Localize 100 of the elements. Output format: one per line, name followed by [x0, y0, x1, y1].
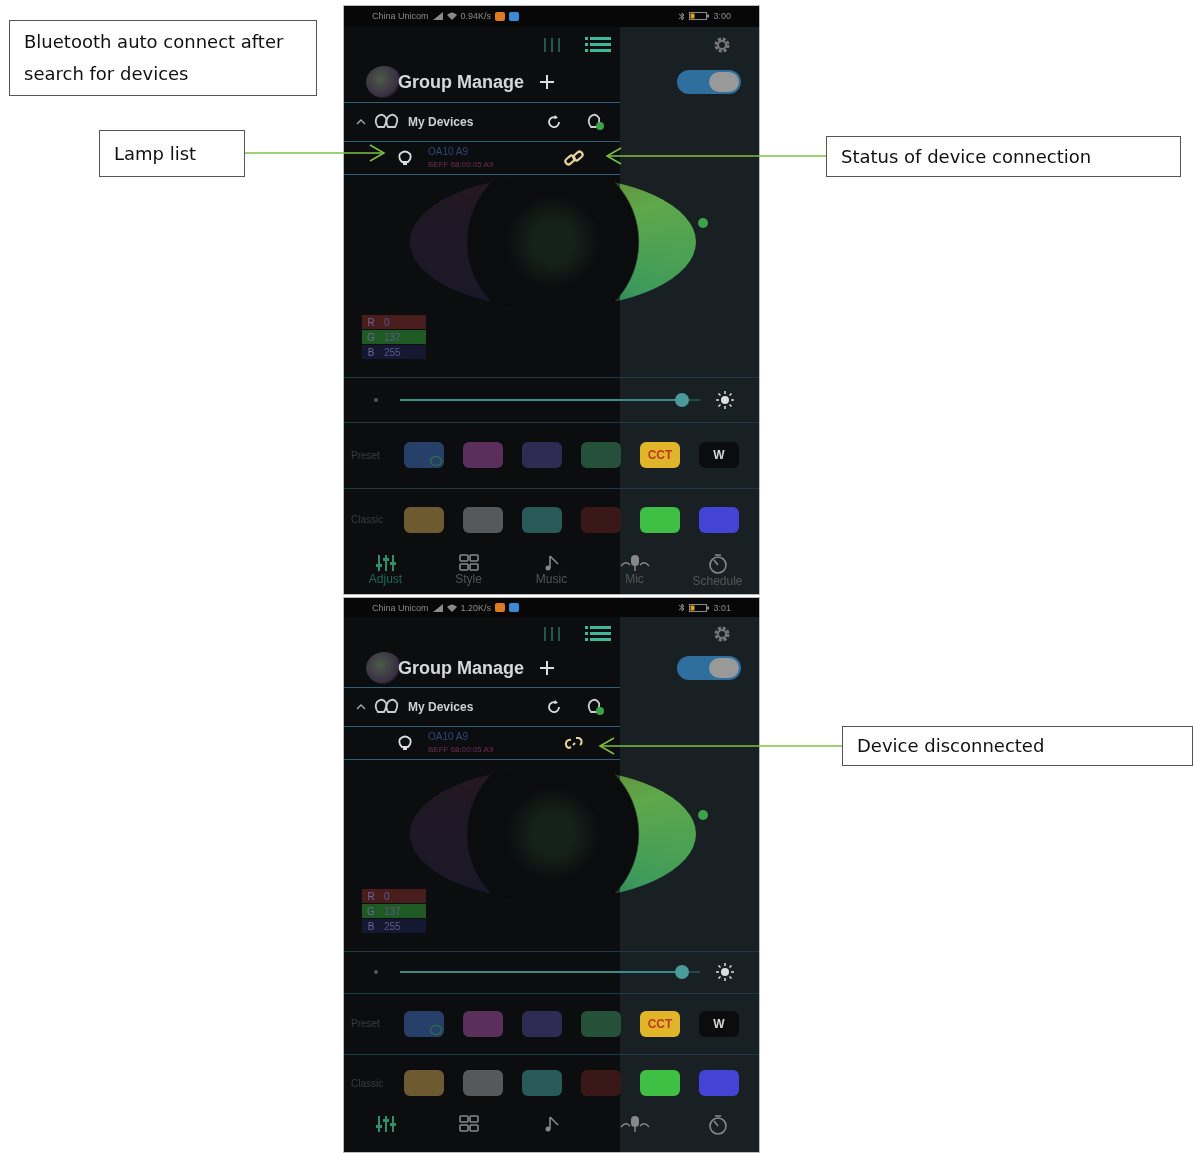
refresh-icon[interactable] [546, 113, 562, 130]
link-icon[interactable] [564, 149, 584, 166]
bluetooth-icon [679, 11, 686, 21]
network-speed: 1.20K/s [460, 602, 492, 613]
nav-tab[interactable]: Music [516, 554, 587, 587]
color-value-field[interactable]: G 137 [362, 330, 426, 345]
sliders-icon [374, 554, 397, 573]
sliders-icon[interactable] [541, 625, 563, 642]
screen-title: Group Manage [398, 657, 524, 679]
color-swatch[interactable] [522, 506, 562, 533]
color-swatch[interactable] [640, 506, 680, 533]
bulbs-icon [374, 112, 400, 131]
color-swatch[interactable] [522, 1070, 562, 1097]
preset-swatch[interactable] [463, 442, 503, 469]
dim-icon [374, 970, 378, 975]
sun-icon [716, 963, 734, 982]
preset-swatch[interactable] [404, 442, 444, 469]
grid-icon [458, 554, 479, 573]
color-swatch[interactable] [463, 1070, 503, 1097]
color-value-field[interactable]: B 255 [362, 345, 426, 360]
preset-swatch[interactable]: W [699, 442, 739, 469]
slider-thumb[interactable] [674, 393, 689, 408]
nav-tab[interactable]: Adjust [350, 554, 421, 587]
slider-thumb[interactable] [674, 965, 689, 980]
broken-link-icon[interactable] [562, 734, 586, 751]
battery-icon [689, 12, 710, 21]
device-name[interactable]: OA10 A9 [428, 144, 564, 158]
clock-time: 3:00 [713, 11, 731, 22]
brightness-slider[interactable] [400, 965, 700, 980]
bluetooth-icon [679, 603, 686, 613]
sliders-icon[interactable] [541, 36, 563, 53]
microphone-icon [619, 554, 650, 573]
list-icon[interactable] [585, 625, 611, 642]
color-swatch[interactable] [699, 506, 739, 533]
app-icon [509, 11, 520, 21]
preset-swatch[interactable]: CCT [640, 442, 680, 469]
preset-swatch[interactable] [522, 442, 562, 469]
color-value-field[interactable]: R 0 [362, 889, 426, 904]
callout-label: Bluetooth auto connect after search for devices [9, 20, 317, 96]
color-swatch[interactable] [404, 1070, 444, 1097]
device-address: BEFF 68:00:05 A9 [428, 743, 495, 756]
color-swatch[interactable] [640, 1070, 680, 1097]
add-icon[interactable] [540, 661, 554, 676]
network-speed: 0.94K/s [460, 11, 492, 22]
callout-label: Device disconnected [842, 726, 1193, 766]
wifi-icon [446, 12, 457, 21]
bulbs-icon [374, 697, 400, 716]
signal-icon [432, 603, 443, 612]
refresh-icon[interactable] [546, 698, 562, 715]
clock-time: 3:01 [713, 602, 731, 613]
timer-icon [706, 554, 729, 575]
callout-label: Status of device connection [826, 136, 1181, 177]
group-name[interactable]: My Devices [408, 699, 538, 714]
settings-icon[interactable] [713, 35, 731, 54]
bulb-icon [398, 734, 412, 751]
screen-title: Group Manage [398, 71, 524, 93]
sun-icon [716, 391, 734, 410]
color-value-field[interactable]: B 255 [362, 919, 426, 934]
bulb-check-icon[interactable] [586, 697, 606, 716]
wheel-handle[interactable] [698, 810, 708, 820]
brightness-slider[interactable] [400, 393, 700, 408]
color-swatch[interactable] [404, 506, 444, 533]
power-toggle[interactable] [677, 656, 741, 681]
nav-tab[interactable]: Mic [599, 554, 670, 587]
preset-swatch[interactable]: W [699, 1010, 739, 1037]
app-icon [509, 603, 520, 613]
add-icon[interactable] [540, 75, 554, 90]
preset-swatch[interactable] [522, 1010, 562, 1037]
list-icon[interactable] [585, 36, 611, 53]
app-icon [495, 603, 506, 613]
preset-swatch[interactable] [463, 1010, 503, 1037]
color-value-field[interactable]: G 137 [362, 904, 426, 919]
nav-tab[interactable]: Schedule [682, 554, 753, 589]
color-swatch[interactable] [581, 506, 621, 533]
wheel-handle[interactable] [698, 218, 708, 228]
color-swatch[interactable] [699, 1070, 739, 1097]
preset-swatch[interactable] [404, 1010, 444, 1037]
color-swatch[interactable] [581, 1070, 621, 1097]
device-name[interactable]: OA10 A9 [428, 729, 562, 743]
sliders-icon [374, 1115, 397, 1134]
app-icon [495, 11, 506, 21]
timer-icon [706, 1115, 729, 1136]
carrier-name: China Unicom [372, 602, 429, 613]
carrier-name: China Unicom [372, 11, 429, 22]
preset-swatch[interactable] [581, 442, 621, 469]
color-value-field[interactable]: R 0 [362, 315, 426, 330]
battery-icon [689, 603, 710, 612]
microphone-icon [619, 1115, 650, 1134]
nav-tab[interactable]: Style [433, 554, 504, 587]
device-address: BEFF 68:00:05 A9 [428, 158, 495, 171]
signal-icon [432, 12, 443, 21]
preset-swatch[interactable]: CCT [640, 1010, 680, 1037]
collapse-caret-icon[interactable] [356, 703, 366, 710]
settings-icon[interactable] [713, 624, 731, 643]
color-swatch[interactable] [463, 506, 503, 533]
bulb-check-icon[interactable] [586, 112, 606, 131]
preset-swatch[interactable] [581, 1010, 621, 1037]
power-toggle[interactable] [677, 70, 741, 95]
group-name[interactable]: My Devices [408, 114, 538, 129]
collapse-caret-icon[interactable] [356, 118, 366, 125]
